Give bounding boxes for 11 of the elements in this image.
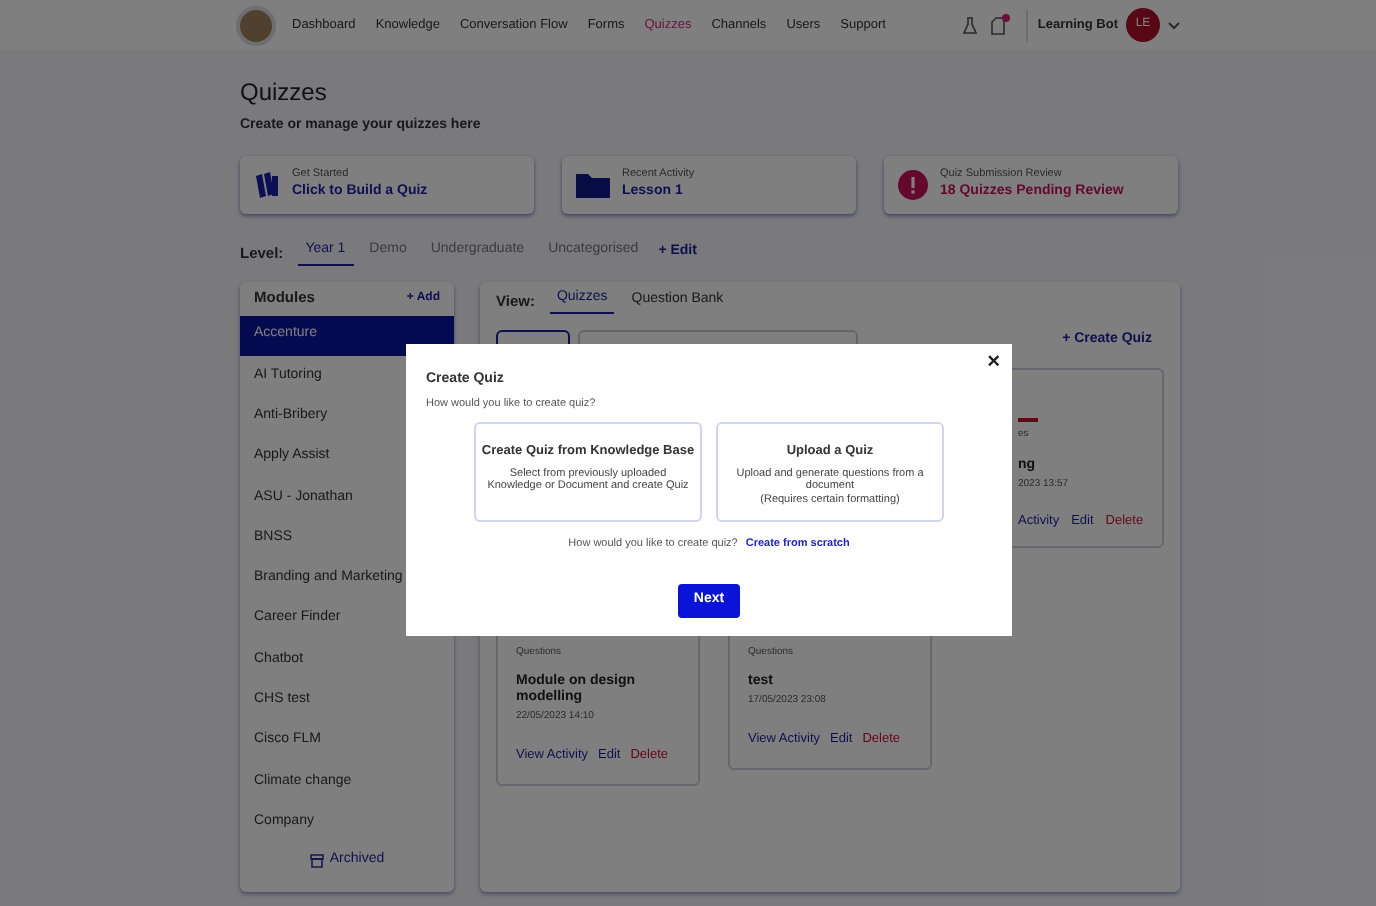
chevron-down-icon[interactable]	[1168, 21, 1180, 29]
flask-icon[interactable]	[961, 15, 978, 35]
tab-underline	[1018, 417, 1038, 421]
folder-icon	[576, 171, 610, 197]
page-title: Quizzes	[240, 78, 329, 106]
close-button[interactable]: ×	[987, 352, 1000, 374]
logo-icon	[236, 5, 276, 45]
notification-icon[interactable]	[989, 15, 1008, 35]
archive-icon	[309, 854, 324, 869]
books-icon	[254, 170, 280, 198]
alert-icon	[898, 169, 928, 199]
